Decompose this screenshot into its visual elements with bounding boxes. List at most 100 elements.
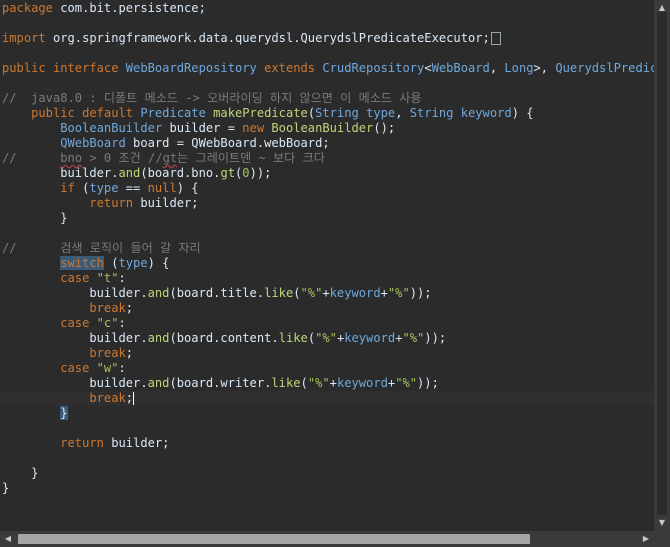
code-token: CrudRepository [322, 61, 425, 75]
code-token: null [147, 181, 177, 195]
code-token: return [2, 196, 134, 210]
code-line[interactable]: builder.and(board.writer.like("%"+keywor… [2, 376, 439, 391]
code-token: ( [300, 376, 308, 390]
code-line[interactable]: builder.and(board.content.like("%"+keywo… [2, 331, 446, 346]
code-token: gt [220, 166, 235, 180]
code-token: case [2, 271, 90, 285]
code-line[interactable]: package com.bit.persistence; [2, 1, 206, 16]
code-line[interactable]: builder.and(board.title.like("%"+keyword… [2, 286, 431, 301]
code-token: "w" [96, 361, 119, 375]
code-line[interactable]: case "t": [2, 271, 126, 286]
code-token: switch [60, 256, 104, 270]
code-token: ( [307, 331, 316, 345]
horizontal-scroll-thumb[interactable] [18, 534, 530, 544]
code-line[interactable]: return builder; [2, 436, 169, 451]
code-token: "%" [315, 331, 337, 345]
code-token: break [2, 346, 126, 360]
code-token: case [2, 316, 90, 330]
code-token: type [366, 106, 396, 120]
code-line[interactable]: break; [0, 391, 654, 406]
code-token: "%" [402, 331, 425, 345]
code-token: builder; [133, 196, 199, 210]
code-token: break [2, 391, 126, 405]
code-token: builder; [103, 436, 170, 450]
code-token: extends [264, 61, 316, 75]
code-token: "c" [96, 316, 119, 330]
code-line[interactable]: break; [2, 346, 133, 361]
code-line[interactable]: } [2, 406, 68, 421]
code-line[interactable]: // java8.0 : 디폴트 메소드 -> 오버라이딩 하지 않으면 이 메… [2, 91, 422, 106]
code-token: "%" [300, 286, 323, 300]
code-line[interactable]: } [2, 211, 68, 226]
scroll-down-icon[interactable]: ▼ [654, 515, 670, 531]
code-token: } [60, 406, 68, 420]
code-token: public interface [2, 61, 119, 75]
code-token: public default [2, 106, 134, 120]
code-token: ( [74, 181, 90, 195]
code-token: (board.content. [169, 331, 279, 345]
code-token: WebBoardRepository [125, 61, 257, 75]
scroll-right-icon[interactable]: ▶ [638, 531, 654, 547]
code-token: ; [125, 391, 134, 405]
code-token: type [118, 256, 148, 270]
vertical-scrollbar[interactable]: ▲ ▼ [654, 0, 670, 531]
code-token: (); [373, 121, 396, 135]
text-caret [133, 392, 135, 405]
code-token: QuerydslPredicate [555, 61, 654, 75]
code-line[interactable]: // 검색 로직이 들어 갈 자리 [2, 241, 201, 256]
code-token: builder. [2, 376, 148, 390]
code-token: == [118, 181, 148, 195]
code-line[interactable]: public interface WebBoardRepository exte… [2, 61, 654, 76]
horizontal-scrollbar[interactable]: ◀ ▶ [0, 531, 654, 547]
code-line[interactable]: if (type == null) { [2, 181, 199, 196]
code-line[interactable]: case "c": [2, 316, 126, 331]
code-token: gt [162, 151, 178, 165]
code-token: ) { [176, 181, 199, 195]
code-token: ) { [147, 256, 170, 270]
code-token: makePredicate [213, 106, 308, 120]
scroll-left-icon[interactable]: ◀ [0, 531, 16, 547]
code-line[interactable]: // bno > 0 조건 //gt는 그레이트덴 ~ 보다 크다 [2, 151, 325, 166]
code-token: builder. [2, 331, 148, 345]
code-line[interactable]: switch (type) { [2, 256, 169, 271]
code-token: builder = [162, 121, 243, 135]
code-line[interactable]: } [2, 481, 9, 496]
code-token: : [118, 361, 126, 375]
code-line[interactable]: break; [2, 301, 133, 316]
code-line[interactable]: QWebBoard board = QWebBoard.webBoard; [2, 136, 330, 151]
scrollbar-corner [654, 531, 670, 547]
code-token: (board.title. [169, 286, 265, 300]
code-token: } [2, 211, 68, 225]
code-token: keyword [336, 376, 388, 390]
code-line[interactable]: builder.and(board.bno.gt(0)); [2, 166, 271, 181]
code-token: and [147, 286, 170, 300]
code-token: board = QWebBoard.webBoard; [125, 136, 330, 150]
code-line[interactable]: } [2, 466, 38, 481]
code-token: ( [307, 106, 316, 120]
code-token: "t" [96, 271, 119, 285]
code-line[interactable]: case "w": [2, 361, 126, 376]
code-line[interactable]: return builder; [2, 196, 199, 211]
vertical-scroll-thumb[interactable] [657, 12, 667, 515]
code-token: bno [60, 151, 83, 165]
code-token: : [118, 316, 126, 330]
code-line[interactable]: public default Predicate makePredicate(S… [2, 106, 533, 121]
code-token: type [89, 181, 119, 195]
code-token: return [2, 436, 104, 450]
code-token: )); [424, 331, 447, 345]
code-line[interactable]: BooleanBuilder builder = new BooleanBuil… [2, 121, 395, 136]
code-token: new [242, 121, 265, 135]
collapsed-imports-icon[interactable] [490, 32, 501, 45]
code-token: String [315, 106, 359, 120]
code-token: Predicate [140, 106, 206, 120]
code-line[interactable]: import org.springframework.data.querydsl… [2, 31, 501, 46]
code-editor[interactable]: package com.bit.persistence; import org.s… [0, 0, 654, 531]
code-token: } [2, 466, 39, 480]
code-token: "%" [395, 376, 418, 390]
code-token: like [278, 331, 308, 345]
